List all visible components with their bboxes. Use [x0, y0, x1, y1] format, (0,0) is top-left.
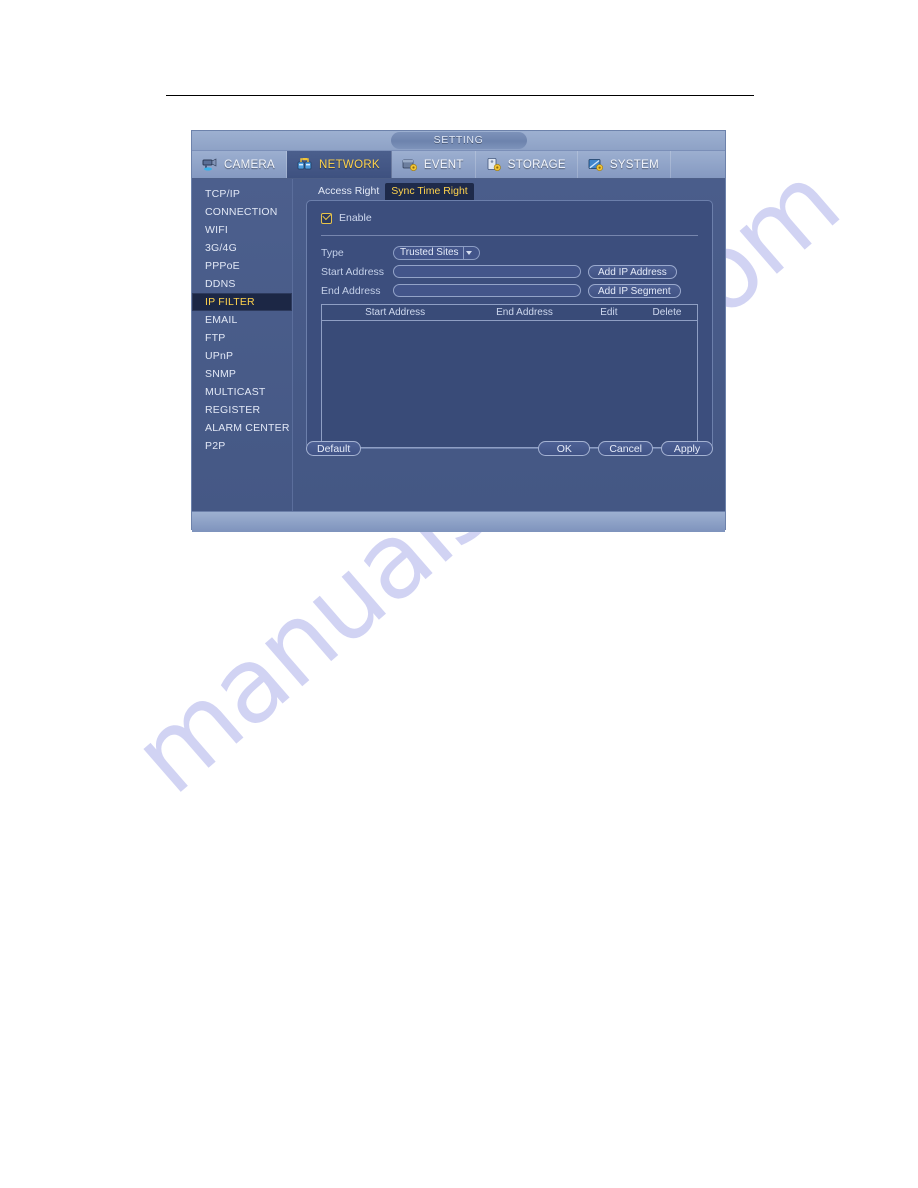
sidebar-item-snmp[interactable]: SNMP	[192, 365, 292, 383]
sidebar-item-wifi[interactable]: WIFI	[192, 221, 292, 239]
tab-camera-label: CAMERA	[224, 158, 276, 171]
enable-checkbox[interactable]	[321, 210, 332, 224]
ip-address-list[interactable]: Start Address End Address Edit Delete	[321, 304, 698, 448]
sidebar-item-ddns[interactable]: DDNS	[192, 275, 292, 293]
sidebar-item-pppoe[interactable]: PPPoE	[192, 257, 292, 275]
ok-button[interactable]: OK	[538, 440, 591, 456]
setting-window: SETTING CAMERA NETWORK EVENT STORAGE SYS…	[191, 130, 726, 532]
type-row: Type Trusted Sites	[321, 243, 698, 262]
sidebar-item-p2p[interactable]: P2P	[192, 437, 292, 455]
column-header-end-address: End Address	[496, 307, 553, 318]
sidebar-item-upnp[interactable]: UPnP	[192, 347, 292, 365]
column-header-delete: Delete	[652, 307, 682, 318]
sidebar-item-alarm-center[interactable]: ALARM CENTER	[192, 419, 292, 437]
tab-storage-label: STORAGE	[507, 158, 566, 171]
type-label: Type	[321, 246, 344, 259]
chevron-down-icon	[462, 246, 475, 259]
subtab-sync-time-right[interactable]: Sync Time Right	[385, 183, 474, 200]
page-header-rule	[166, 95, 754, 96]
window-titlebar: SETTING	[192, 131, 725, 151]
ip-filter-form: Type Trusted Sites Start Address Add IP …	[321, 243, 698, 300]
event-icon	[401, 157, 419, 172]
panel-divider	[321, 235, 698, 236]
check-icon	[322, 210, 332, 220]
enable-label: Enable	[339, 212, 372, 224]
sidebar-item-multicast[interactable]: MULTICAST	[192, 383, 292, 401]
type-select[interactable]: Trusted Sites	[393, 245, 480, 260]
tab-event-label: EVENT	[423, 158, 464, 171]
tab-system-label: SYSTEM	[609, 158, 659, 171]
window-body: TCP/IP CONNECTION WIFI 3G/4G PPPoE DDNS …	[192, 179, 725, 511]
column-header-edit: Edit	[600, 307, 618, 318]
start-address-label: Start Address	[321, 265, 385, 278]
main-tabstrip: CAMERA NETWORK EVENT STORAGE SYSTEM	[192, 151, 725, 179]
sidebar-item-ip-filter[interactable]: IP FILTER	[192, 293, 292, 311]
end-address-row: End Address Add IP Segment	[321, 281, 698, 300]
camera-icon	[201, 157, 219, 172]
enable-row: Enable	[321, 210, 698, 226]
sidebar-item-connection[interactable]: CONNECTION	[192, 203, 292, 221]
ip-filter-panel: Enable Type Trusted Sites Start Address	[306, 200, 713, 449]
sidebar-item-email[interactable]: EMAIL	[192, 311, 292, 329]
network-icon	[296, 157, 314, 172]
add-ip-address-button[interactable]: Add IP Address	[588, 264, 677, 279]
cancel-button[interactable]: Cancel	[598, 440, 653, 456]
sidebar-item-register[interactable]: REGISTER	[192, 401, 292, 419]
sidebar-item-3g4g[interactable]: 3G/4G	[192, 239, 292, 257]
tab-event[interactable]: EVENT	[392, 151, 476, 178]
tab-network-label: NETWORK	[319, 158, 380, 171]
sidebar: TCP/IP CONNECTION WIFI 3G/4G PPPoE DDNS …	[192, 179, 293, 511]
watermark: manualshive.com	[110, 142, 861, 940]
ip-list-body	[322, 321, 697, 448]
tab-network[interactable]: NETWORK	[287, 151, 392, 178]
add-ip-segment-button[interactable]: Add IP Segment	[588, 283, 681, 298]
system-icon	[587, 157, 605, 172]
tab-storage[interactable]: STORAGE	[476, 151, 578, 178]
window-footer	[192, 511, 725, 532]
sub-tabstrip: Access Right Sync Time Right	[306, 179, 713, 200]
tab-system[interactable]: SYSTEM	[578, 151, 671, 178]
start-address-row: Start Address Add IP Address	[321, 262, 698, 281]
apply-button[interactable]: Apply	[661, 440, 713, 456]
dialog-button-row: Default OK Cancel Apply	[306, 440, 713, 456]
ip-list-header: Start Address End Address Edit Delete	[322, 305, 697, 321]
tab-camera[interactable]: CAMERA	[192, 151, 288, 178]
column-header-start-address: Start Address	[365, 307, 426, 318]
end-address-input[interactable]	[393, 284, 581, 297]
default-button[interactable]: Default	[306, 440, 362, 456]
storage-icon	[485, 157, 503, 172]
content-area: Access Right Sync Time Right Enable Type	[293, 179, 725, 511]
end-address-label: End Address	[321, 284, 381, 297]
type-select-value: Trusted Sites	[400, 246, 459, 258]
subtab-access-right[interactable]: Access Right	[312, 183, 385, 200]
window-title: SETTING	[390, 132, 527, 149]
start-address-input[interactable]	[393, 265, 581, 278]
sidebar-item-tcpip[interactable]: TCP/IP	[192, 185, 292, 203]
sidebar-item-ftp[interactable]: FTP	[192, 329, 292, 347]
